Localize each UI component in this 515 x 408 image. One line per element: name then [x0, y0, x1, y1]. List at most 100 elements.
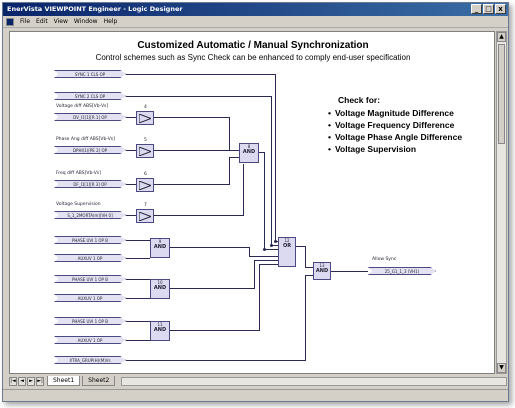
and-gate-output[interactable]: 13 AND [313, 262, 331, 280]
input-phase-diff[interactable]: DPHI(1)[PE 2] OP [54, 146, 126, 154]
wire [126, 74, 276, 75]
scroll-up-icon[interactable]: ▲ [497, 32, 506, 42]
input-freq-diff[interactable]: DF_I1[1][R 3] OP [54, 180, 126, 188]
logic-canvas[interactable]: Customized Automatic / Manual Synchroniz… [9, 31, 495, 374]
gate-label: AND [242, 149, 256, 155]
menu-window[interactable]: Window [74, 18, 98, 25]
last-sheet-icon[interactable]: ►| [36, 376, 44, 386]
scroll-down-icon[interactable]: ▼ [497, 363, 506, 373]
comparator-voltage[interactable] [136, 111, 154, 125]
maximize-button[interactable]: □ [483, 4, 494, 14]
input-sync2-cls[interactable]: SYNC 2 CLS OP [54, 92, 126, 100]
wire [331, 271, 368, 272]
first-sheet-icon[interactable]: |◄ [9, 376, 17, 386]
tab-sheet1[interactable]: Sheet1 [47, 376, 81, 386]
wire [229, 157, 230, 185]
prev-sheet-icon[interactable]: ◄ [18, 376, 26, 386]
menu-bar: File Edit View Window Help [3, 16, 508, 28]
wire [154, 117, 230, 118]
input-phase-uv-2[interactable]: PHASE UVI 1 OP B [54, 275, 126, 283]
label-phase-diff: Phase Ang diff ABS[Vb-Vs] [56, 137, 115, 142]
input-phase-uv-3[interactable]: PHASE UVI 1 OP B [54, 317, 126, 325]
comparator-number: 5 [144, 138, 147, 143]
comparator-phase[interactable] [136, 144, 154, 158]
wire [126, 321, 150, 322]
gate-label: AND [153, 244, 167, 250]
menu-help[interactable]: Help [104, 18, 118, 25]
wire [126, 117, 136, 118]
triangle-icon [139, 212, 151, 221]
label-voltage-supervision: Voltage Supervision [56, 202, 101, 207]
wire [154, 184, 230, 185]
sheet-tab-bar: |◄ ◄ ► ►| Sheet1 Sheet2 [9, 375, 507, 387]
check-item: Voltage Magnitude Difference [328, 107, 462, 119]
scroll-thumb[interactable] [498, 44, 505, 144]
gate-label: AND [315, 268, 329, 274]
triangle-icon [139, 114, 151, 123]
close-button[interactable]: x [495, 4, 506, 14]
wire [126, 184, 136, 185]
wire [126, 96, 272, 97]
next-sheet-icon[interactable]: ► [27, 376, 35, 386]
window-title: EnerVista VIEWPOINT Engineer - Logic Des… [7, 5, 183, 13]
horizontal-scrollbar[interactable] [121, 376, 507, 386]
menu-view[interactable]: View [54, 18, 68, 25]
wire [254, 260, 255, 289]
input-voltage-supervision[interactable]: S_1_2MORTA(m)[VH 0] [54, 211, 126, 219]
and-gate-uv-1[interactable]: 9 AND [150, 238, 170, 258]
input-aux-uv-2[interactable]: AUXUV 1 OP [54, 294, 126, 302]
label-voltage-diff: Voltage diff ABS[Vb-Vs] [56, 104, 109, 109]
wire [243, 164, 244, 216]
check-item: Voltage Supervision [328, 143, 462, 155]
wire [259, 264, 278, 265]
gate-label: OR [282, 243, 292, 249]
check-list: Voltage Magnitude Difference Voltage Fre… [328, 107, 462, 155]
vertical-scrollbar[interactable]: ▲ ▼ [496, 31, 507, 374]
wire [249, 256, 278, 257]
app-menu-icon[interactable] [6, 17, 14, 26]
output-allow-sync[interactable]: 25_G1_1_3 (VH1) [368, 267, 436, 275]
input-phase-uv-1[interactable]: PHASE UVI 1 OP B [54, 236, 126, 244]
input-aux-uv-1[interactable]: AUXUV 1 OP [54, 254, 126, 262]
menu-edit[interactable]: Edit [36, 18, 48, 25]
wire [264, 152, 265, 250]
wire [126, 340, 150, 341]
check-item: Voltage Phase Angle Difference [328, 131, 462, 143]
and-gate-uv-3[interactable]: 11 AND [150, 321, 170, 341]
and-gate-uv-2[interactable]: 10 AND [150, 279, 170, 299]
wire [126, 360, 306, 361]
wire [305, 267, 313, 268]
check-item: Voltage Frequency Difference [328, 119, 462, 131]
menu-file[interactable]: File [20, 18, 30, 25]
wire [305, 275, 313, 276]
title-bar: EnerVista VIEWPOINT Engineer - Logic Des… [3, 3, 508, 16]
wire [229, 117, 230, 150]
window-controls: _ □ x [471, 4, 506, 14]
wire [170, 247, 250, 248]
gate-label: AND [153, 285, 167, 291]
junction-dot [263, 248, 266, 251]
minimize-button[interactable]: _ [471, 4, 482, 14]
input-voltage-diff[interactable]: DV_I1[1][R 1] OP [54, 113, 126, 121]
and-gate-checks[interactable]: 8 AND [239, 143, 259, 163]
wire [264, 249, 278, 250]
comparator-freq[interactable] [136, 178, 154, 192]
input-sync1-cls[interactable]: SYNC 1 CLS OP [54, 70, 126, 78]
gate-label: AND [153, 327, 167, 333]
wire [126, 215, 136, 216]
comparator-number: 4 [144, 105, 147, 110]
wire [254, 260, 278, 261]
wire [126, 298, 150, 299]
tab-sheet2[interactable]: Sheet2 [82, 376, 116, 386]
diagram-subtitle: Control schemes such as Sync Check can b… [95, 53, 411, 62]
or-gate[interactable]: 12 OR [278, 237, 296, 267]
junction-dot [270, 244, 273, 247]
label-freq-diff: Freq diff ABS[Vb-Vs] [56, 171, 101, 176]
wire [126, 279, 150, 280]
wire [126, 258, 150, 259]
comparator-supervision[interactable] [136, 209, 154, 223]
wire [126, 240, 150, 241]
input-aux-uv-3[interactable]: AUXUV 1 OP [54, 336, 126, 344]
wire [154, 150, 239, 151]
input-xtra-group[interactable]: XTRA_GRUP(H)(M)Vs [54, 356, 126, 364]
